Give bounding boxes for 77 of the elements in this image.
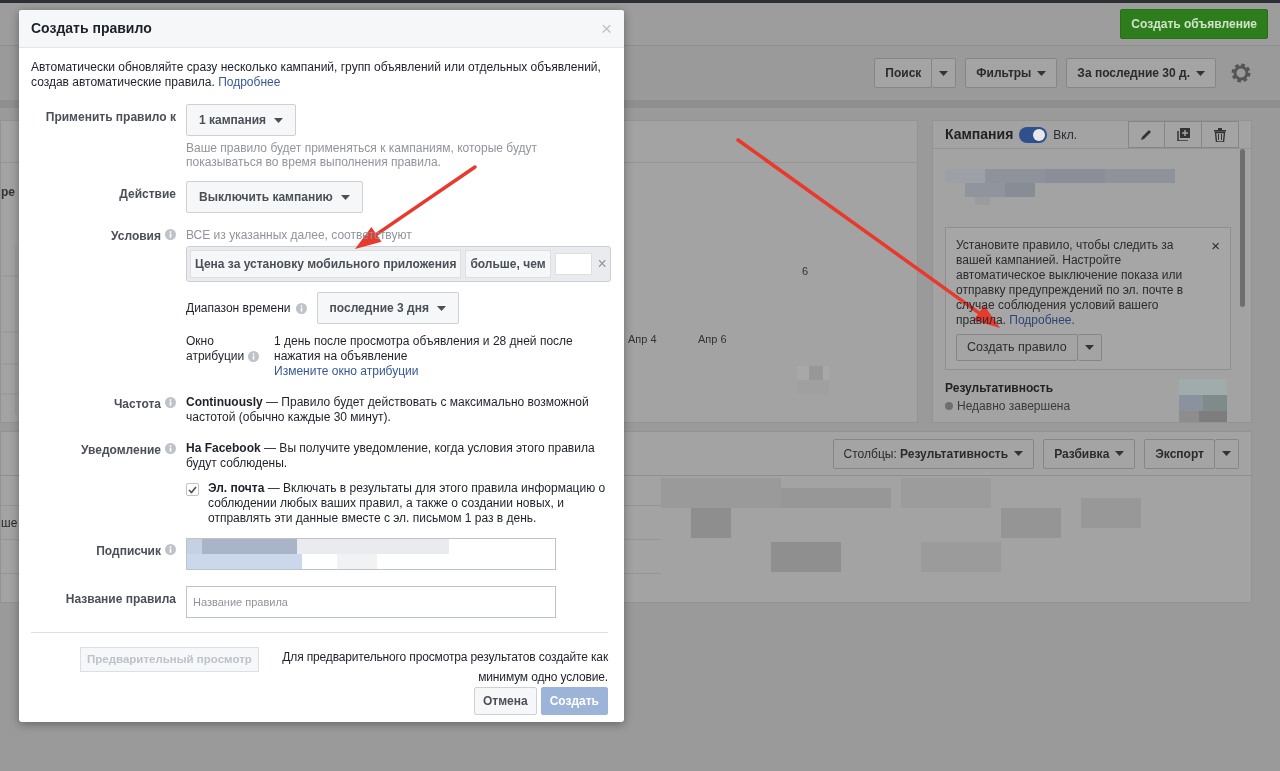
create-ad-button[interactable]: Создать объявление: [1120, 9, 1268, 39]
apply-to-dropdown[interactable]: 1 кампания: [186, 104, 297, 136]
field-label: Уведомление: [81, 442, 161, 459]
create-rule-dropdown-button[interactable]: [1077, 334, 1102, 361]
caret-icon: [274, 117, 284, 123]
time-range-dropdown[interactable]: последние 3 дня: [316, 292, 459, 324]
field-label: Применить правило к: [45, 109, 176, 126]
learn-more-link[interactable]: Подробнее: [218, 75, 281, 89]
breakdown-button[interactable]: Разбивка: [1043, 438, 1136, 469]
action-dropdown[interactable]: Выключить кампанию: [186, 181, 363, 213]
settings-icon[interactable]: [1230, 62, 1252, 84]
field-label: Диапазон времени: [186, 300, 291, 317]
info-icon: [248, 351, 259, 362]
subscriber-field[interactable]: [186, 538, 556, 570]
table-cell-text: ше: [1, 514, 18, 532]
export-button[interactable]: Экспорт: [1144, 438, 1215, 469]
chart-label: ре: [1, 184, 15, 201]
info-icon: [295, 302, 307, 314]
checkmark-icon: [188, 485, 197, 494]
status-dot: [945, 402, 953, 410]
create-rule-button[interactable]: Создать правило: [956, 334, 1078, 361]
email-checkbox[interactable]: [186, 483, 199, 496]
info-icon: [165, 544, 176, 555]
edit-button[interactable]: [1128, 121, 1165, 148]
attribution-text: 1 день после просмотра объявления и 28 дней после нажатия на объявление: [274, 334, 574, 364]
hint-text: Ваше правило будет применяться к кампаниям, которые будут показываться во время выполнения правила.: [186, 141, 538, 169]
field-label: Подписчик: [96, 543, 161, 560]
close-button[interactable]: ×: [1211, 238, 1220, 253]
notification-text: На Facebook — Вы получите уведомление, когда условия этого правила будут соблюдены.: [186, 440, 596, 471]
section-title: Результативность: [945, 380, 1055, 397]
field-label: Условия: [111, 228, 161, 245]
dialog-title: Создать правило: [31, 19, 152, 38]
preview-note: Для предварительного просмотра результатов создайте как минимум одно условие.: [281, 649, 608, 686]
panel-title: Кампания: [945, 125, 1014, 144]
field-label: Частота: [113, 396, 161, 413]
metric-chip[interactable]: Цена за установку мобильного приложения: [190, 250, 462, 278]
info-icon: [165, 397, 176, 408]
trash-icon: [1214, 127, 1226, 142]
email-option-text: Эл. почта — Включать в результаты для этого правила информацию о соблюдении любых ваших правил, а также о создании новых, и отправлять эти данные вместе с эл. письмом 1 раз в день.: [208, 481, 607, 526]
field-label: Название правила: [65, 591, 176, 608]
caret-icon: [1037, 70, 1047, 76]
status-text: Недавно завершена: [957, 398, 1071, 415]
toggle-label: Вкл.: [1053, 126, 1078, 144]
search-dropdown-button[interactable]: [932, 58, 957, 88]
change-attribution-link[interactable]: Измените окно атрибуции: [274, 364, 419, 378]
export-dropdown-button[interactable]: [1215, 438, 1239, 469]
caret-icon: [939, 70, 949, 76]
caret-icon: [1115, 451, 1125, 456]
axis-label: Апр 4: [628, 332, 657, 347]
cancel-button[interactable]: Отмена: [473, 687, 537, 715]
caret-icon: [1014, 451, 1024, 456]
caret-icon: [436, 305, 446, 311]
search-button[interactable]: Поиск: [874, 58, 933, 88]
field-label: Окно атрибуции: [186, 334, 246, 364]
caret-icon: [1196, 70, 1205, 76]
axis-label: Апр 6: [698, 332, 727, 347]
columns-button[interactable]: Столбцы: Результативность: [832, 438, 1035, 469]
operator-chip[interactable]: больше, чем: [465, 250, 551, 278]
field-label: Действие: [119, 186, 176, 203]
toggle-switch[interactable]: [1019, 126, 1048, 143]
filters-button[interactable]: Фильтры: [965, 58, 1058, 88]
delete-button[interactable]: [1202, 121, 1239, 148]
learn-more-link[interactable]: Подробнее.: [1009, 313, 1075, 327]
caret-icon: [1222, 451, 1231, 456]
intro-text: Автоматически обновляйте сразу несколько кампаний, групп объявлений или отдельных объявлений, создав автоматические правила. Подробнее: [31, 60, 602, 90]
copy-icon: [1176, 128, 1190, 141]
caret-icon: [340, 194, 350, 200]
rule-name-field[interactable]: Название правила: [186, 586, 556, 618]
pencil-icon: [1140, 128, 1153, 141]
caret-icon: [1084, 345, 1094, 350]
frequency-text: Continuously — Правило будет действовать с максимально возможной частотой (обычно каждые 30 минут).: [186, 394, 590, 425]
chart-value-label: 6: [802, 264, 809, 279]
duplicate-button[interactable]: [1165, 121, 1202, 148]
info-icon: [165, 229, 176, 240]
date-range-button[interactable]: За последние 30 д.: [1066, 58, 1216, 88]
value-field[interactable]: [554, 253, 592, 275]
info-icon: [165, 443, 176, 454]
